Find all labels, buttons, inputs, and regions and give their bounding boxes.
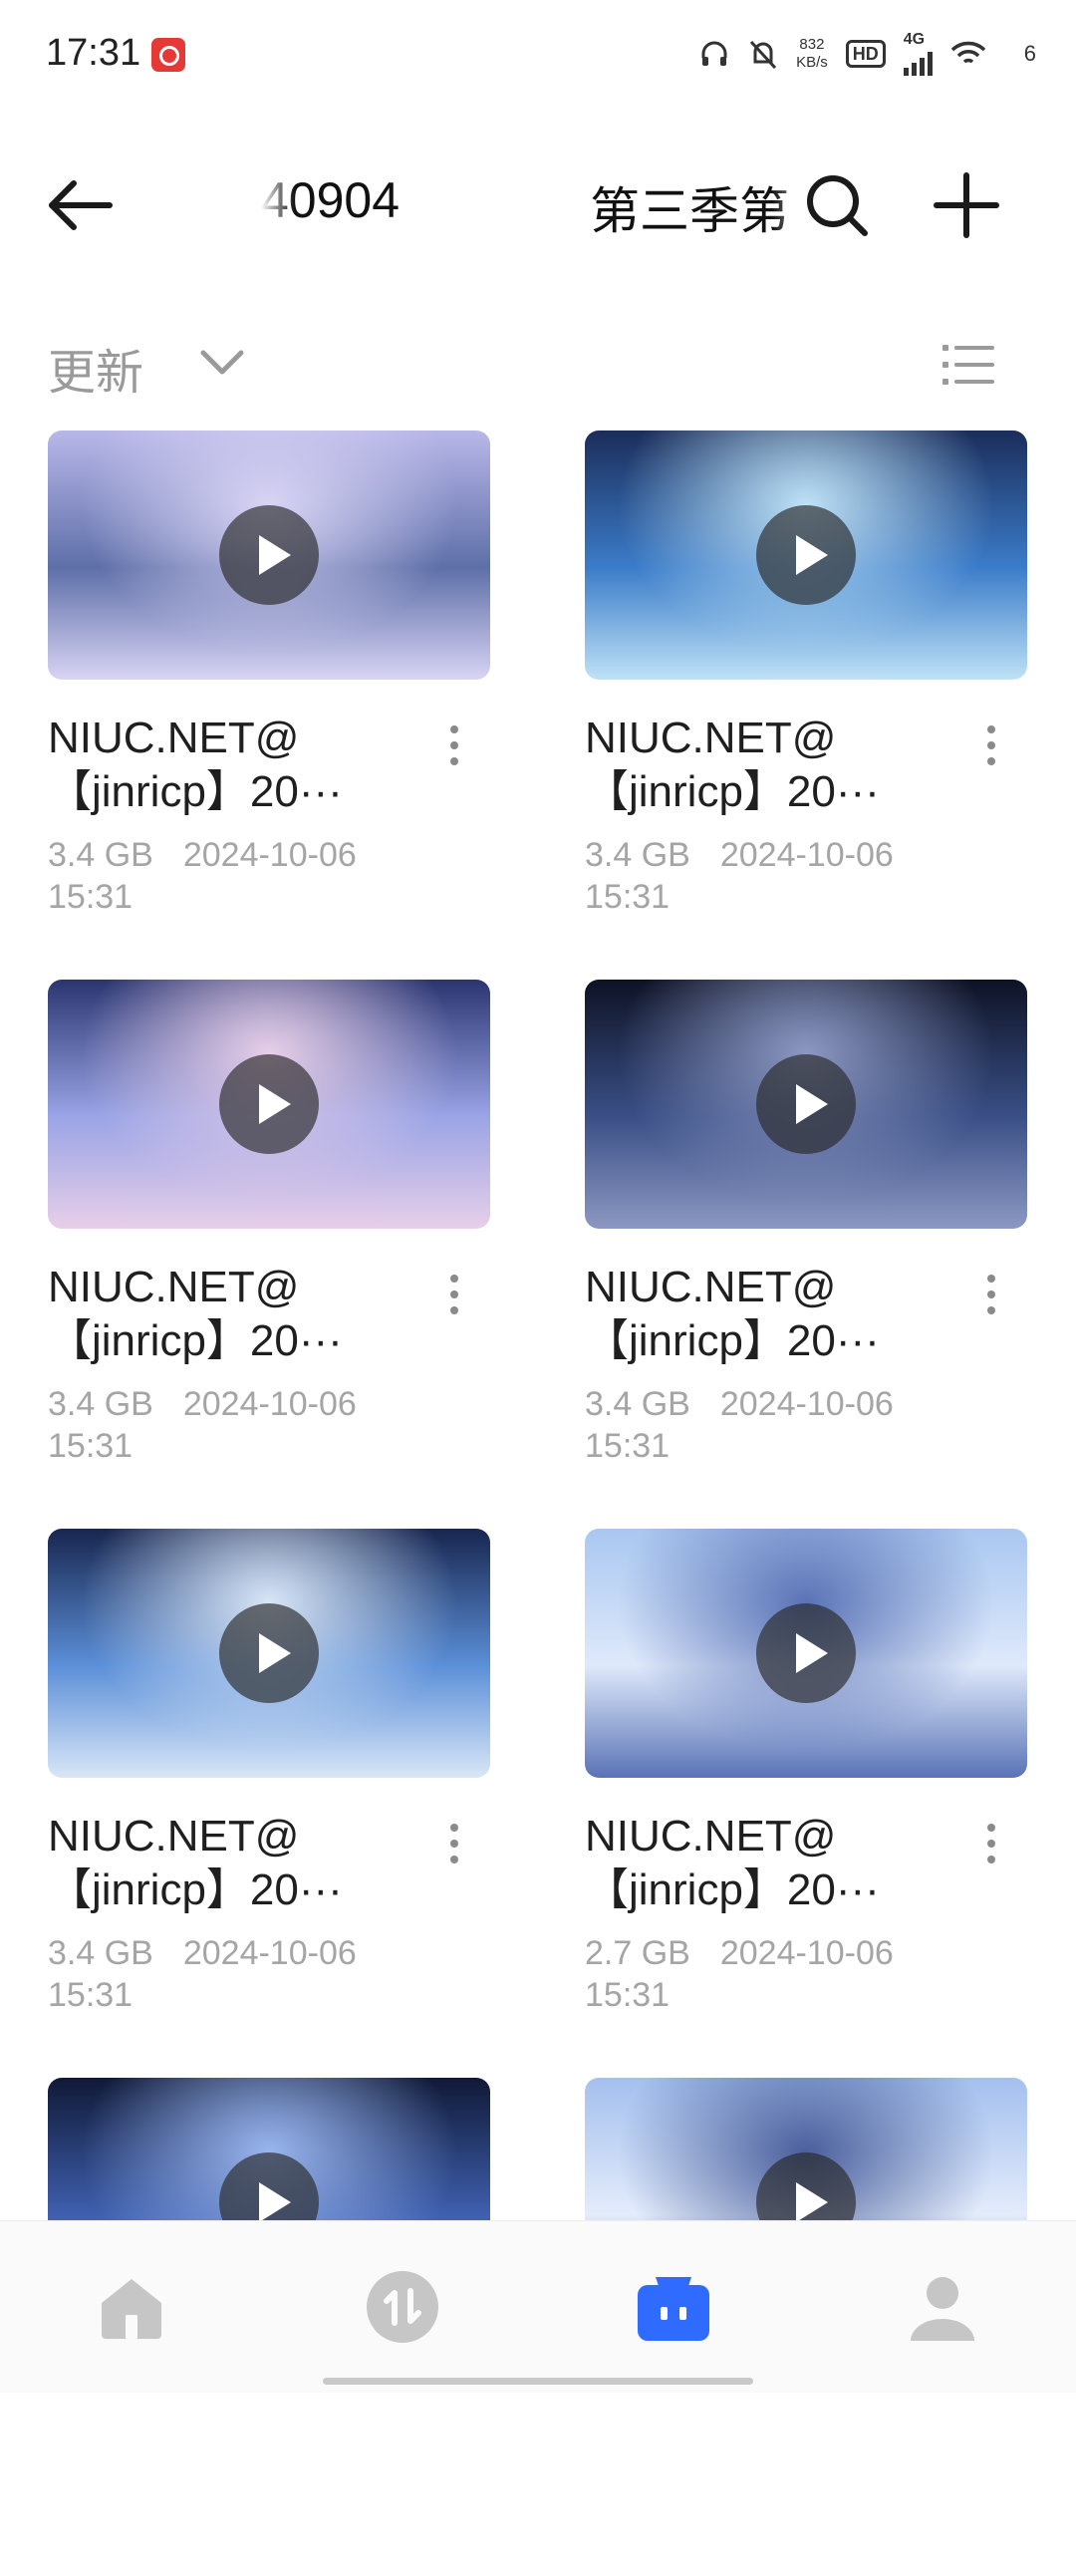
- profile-icon[interactable]: [903, 2267, 982, 2347]
- video-thumbnail[interactable]: [48, 980, 490, 1229]
- file-date: 2024-10-06: [182, 1934, 357, 1972]
- file-time: 15:31: [585, 1976, 671, 2014]
- file-date: 2024-10-06: [719, 1385, 894, 1423]
- more-options-icon[interactable]: [971, 719, 1011, 775]
- file-time: 15:31: [48, 1427, 134, 1465]
- video-thumbnail[interactable]: [585, 980, 1027, 1229]
- video-thumbnail[interactable]: [48, 430, 490, 680]
- file-size: 3.4 GB: [48, 1385, 153, 1423]
- page-title-secondary: 第三季第: [590, 183, 789, 239]
- video-thumbnail[interactable]: [585, 1529, 1027, 1778]
- file-time: 15:31: [585, 878, 671, 916]
- file-date: 2024-10-06: [719, 1934, 894, 1972]
- file-size: 3.4 GB: [585, 1385, 690, 1423]
- music-app-icon: [151, 38, 185, 72]
- sort-bar: 更新: [0, 329, 1076, 400]
- file-name-line2: 【jinricp】20···: [48, 767, 343, 816]
- back-arrow-icon[interactable]: [40, 165, 120, 245]
- more-options-icon[interactable]: [434, 719, 474, 775]
- file-size: 3.4 GB: [585, 836, 690, 874]
- status-bar: 17:31 832 KB/s HD 4G 6: [0, 0, 1076, 110]
- file-name-line2: 【jinricp】20···: [48, 1865, 343, 1914]
- wifi-icon: [950, 41, 985, 64]
- file-time: 15:31: [48, 1976, 134, 2014]
- file-meta: 3.4 GB 2024-10-06 15:31: [585, 1383, 1027, 1467]
- file-card[interactable]: NIUC.NET@ 【jinricp】20··· 3.4 GB 2024-10-06 1…: [48, 1529, 490, 2027]
- file-name-line1: NIUC.NET@: [48, 1263, 300, 1311]
- battery-level: 6: [1023, 41, 1036, 66]
- file-name: NIUC.NET@ 【jinricp】20···: [585, 1810, 963, 1917]
- file-time: 15:31: [48, 878, 134, 916]
- chevron-down-icon[interactable]: [195, 343, 249, 383]
- signal-bars-icon: [903, 48, 933, 76]
- file-meta: 3.4 GB 2024-10-06 15:31: [48, 834, 490, 918]
- list-view-icon[interactable]: [939, 335, 998, 395]
- headphones-icon: [701, 41, 727, 66]
- header-bar: 40904 第三季第: [0, 140, 1076, 259]
- file-name-line1: NIUC.NET@: [585, 1812, 837, 1860]
- search-icon[interactable]: [797, 165, 877, 245]
- add-icon[interactable]: [927, 165, 1006, 245]
- file-card[interactable]: NIUC.NET@ 【jinricp】20··· 3.4 GB 2024-10-06 1…: [585, 980, 1027, 1478]
- file-name-line2: 【jinricp】20···: [585, 1316, 880, 1365]
- status-time: 17:31: [46, 32, 141, 74]
- file-date: 2024-10-06: [182, 836, 357, 874]
- sort-dropdown-label[interactable]: 更新: [48, 333, 143, 403]
- home-indicator[interactable]: [323, 2378, 753, 2385]
- video-thumbnail[interactable]: [48, 1529, 490, 1778]
- home-icon[interactable]: [92, 2267, 171, 2347]
- file-name-line1: NIUC.NET@: [48, 714, 300, 762]
- file-card[interactable]: NIUC.NET@ 【jinricp】20··· 3.4 GB 2024-10-06 1…: [585, 430, 1027, 929]
- cellular-signal: 4G: [903, 31, 933, 76]
- file-name: NIUC.NET@ 【jinricp】20···: [585, 1261, 963, 1368]
- file-name-line2: 【jinricp】20···: [585, 1865, 880, 1914]
- file-name: NIUC.NET@ 【jinricp】20···: [48, 712, 426, 819]
- transfer-icon[interactable]: [363, 2267, 442, 2347]
- more-options-icon[interactable]: [434, 1818, 474, 1873]
- file-time: 15:31: [585, 1427, 671, 1465]
- hd-badge: HD: [845, 40, 886, 68]
- network-speed: 832 KB/s: [796, 36, 828, 72]
- network-type: 4G: [903, 31, 926, 48]
- file-card[interactable]: NIUC.NET@ 【jinricp】20··· 3.4 GB 2024-10-06 1…: [48, 980, 490, 1478]
- play-icon[interactable]: [756, 1054, 856, 1154]
- file-name: NIUC.NET@ 【jinricp】20···: [585, 712, 963, 819]
- play-icon[interactable]: [219, 505, 319, 605]
- file-date: 2024-10-06: [182, 1385, 357, 1423]
- file-name: NIUC.NET@ 【jinricp】20···: [48, 1810, 426, 1917]
- play-icon[interactable]: [756, 505, 856, 605]
- file-meta: 3.4 GB 2024-10-06 15:31: [48, 1932, 490, 2016]
- file-card[interactable]: NIUC.NET@ 【jinricp】20··· 3.4 GB 2024-10-06 1…: [48, 430, 490, 929]
- video-thumbnail[interactable]: [585, 430, 1027, 680]
- file-name-line1: NIUC.NET@: [48, 1812, 300, 1860]
- file-name-line2: 【jinricp】20···: [48, 1316, 343, 1365]
- more-options-icon[interactable]: [434, 1269, 474, 1324]
- file-size: 3.4 GB: [48, 836, 153, 874]
- more-options-icon[interactable]: [971, 1269, 1011, 1324]
- file-name-line1: NIUC.NET@: [585, 1263, 837, 1311]
- file-meta: 2.7 GB 2024-10-06 15:31: [585, 1932, 1027, 2016]
- speed-unit: KB/s: [796, 54, 828, 71]
- file-meta: 3.4 GB 2024-10-06 15:31: [48, 1383, 490, 1467]
- bottom-nav: [0, 2220, 1076, 2393]
- file-date: 2024-10-06: [719, 836, 894, 874]
- play-icon[interactable]: [219, 1603, 319, 1703]
- play-icon[interactable]: [219, 1054, 319, 1154]
- file-name-line2: 【jinricp】20···: [585, 767, 880, 816]
- file-size: 3.4 GB: [48, 1934, 153, 1972]
- files-icon[interactable]: [634, 2267, 713, 2347]
- mute-bell-icon: [749, 40, 777, 70]
- play-icon[interactable]: [756, 1603, 856, 1703]
- file-meta: 3.4 GB 2024-10-06 15:31: [585, 834, 1027, 918]
- more-options-icon[interactable]: [971, 1818, 1011, 1873]
- file-size: 2.7 GB: [585, 1934, 690, 1972]
- file-name-line1: NIUC.NET@: [585, 714, 837, 762]
- speed-value: 832: [799, 36, 825, 53]
- file-name: NIUC.NET@ 【jinricp】20···: [48, 1261, 426, 1368]
- status-icons: 832 KB/s HD 4G 6: [698, 26, 1036, 82]
- file-card[interactable]: NIUC.NET@ 【jinricp】20··· 2.7 GB 2024-10-06 1…: [585, 1529, 1027, 2027]
